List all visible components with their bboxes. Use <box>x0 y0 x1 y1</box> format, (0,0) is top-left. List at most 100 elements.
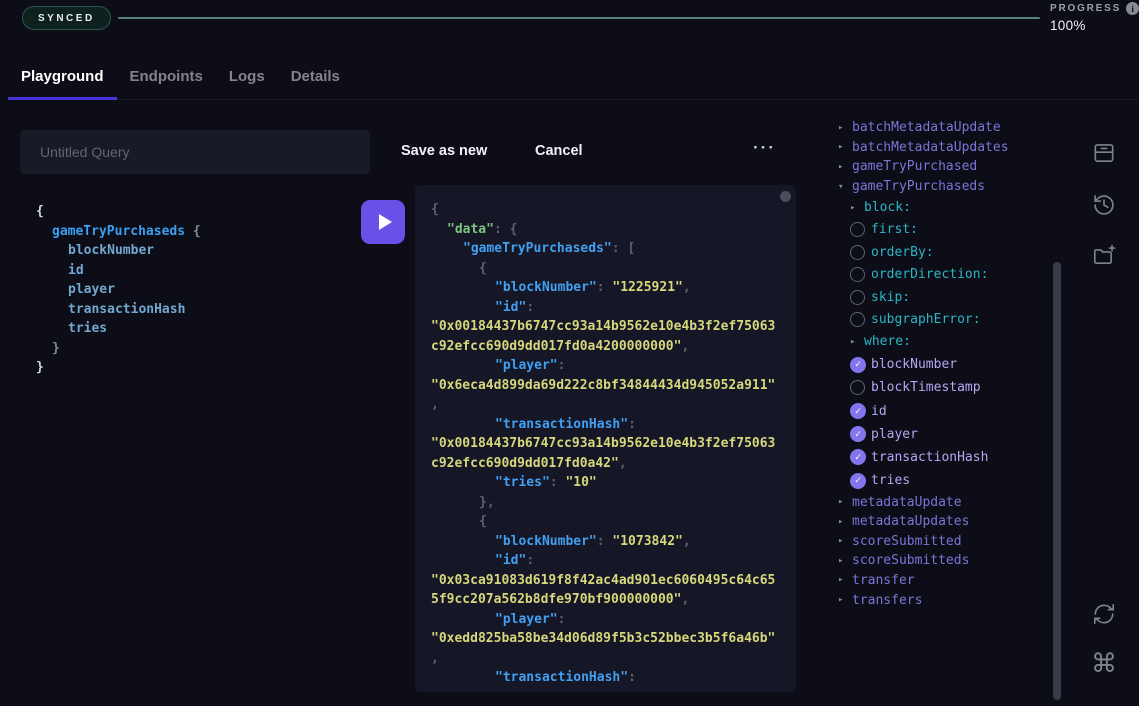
save-as-new-button[interactable]: Save as new <box>401 143 487 159</box>
checkbox-unchecked-icon[interactable] <box>850 312 865 327</box>
explorer-item-id[interactable]: ✓ id <box>850 399 1050 422</box>
explorer-item-transactionHash[interactable]: ✓transactionHash <box>850 446 1050 469</box>
explorer-item-skip[interactable]: skip: <box>850 286 1050 308</box>
explorer-item-label: block: <box>864 200 911 215</box>
explorer-item-blockNumber[interactable]: ✓ blockNumber <box>850 353 1050 376</box>
code-line: 5f9cc207a562b8dfe970bf900000000", <box>431 590 780 610</box>
caret-right-icon[interactable]: ▸ <box>850 203 864 213</box>
tab-bar: PlaygroundEndpointsLogsDetails <box>8 62 1139 100</box>
checkbox-checked-icon[interactable]: ✓ <box>850 403 866 419</box>
command-shortcuts-icon[interactable]: ⌘ <box>1090 650 1118 678</box>
command-glyph: ⌘ <box>1091 651 1117 677</box>
explorer-item-orderBy[interactable]: orderBy: <box>850 241 1050 263</box>
saved-queries-icon[interactable] <box>1090 139 1118 167</box>
history-icon[interactable] <box>1090 191 1118 219</box>
query-editor[interactable]: {gameTryPurchaseds {blockNumberidplayert… <box>36 202 336 378</box>
explorer-item-metadataUpdates[interactable]: ▸metadataUpdates <box>838 512 1050 532</box>
sync-status-badge: SYNCED <box>22 6 111 30</box>
explorer-item-scoreSubmitted[interactable]: ▸scoreSubmitted <box>838 531 1050 551</box>
code-line: "data": { <box>431 220 780 240</box>
caret-right-icon[interactable]: ▸ <box>838 142 852 152</box>
query-name-input[interactable] <box>20 130 370 174</box>
caret-right-icon[interactable]: ▸ <box>838 123 852 133</box>
progress-block: PROGRESS i 100% <box>1050 2 1139 33</box>
info-icon[interactable]: i <box>1126 2 1139 15</box>
checkbox-checked-icon[interactable]: ✓ <box>850 473 866 489</box>
explorer-scrollbar-thumb[interactable] <box>1053 262 1061 700</box>
checkbox-checked-icon[interactable]: ✓ <box>850 357 866 373</box>
refresh-icon[interactable] <box>1090 600 1118 628</box>
tab-endpoints[interactable]: Endpoints <box>117 62 216 100</box>
checkbox-checked-icon[interactable]: ✓ <box>850 426 866 442</box>
explorer-item-gameTryPurchased[interactable]: ▸gameTryPurchased <box>838 157 1050 177</box>
explorer-item-blockTimestamp[interactable]: blockTimestamp <box>850 376 1050 399</box>
checkbox-unchecked-icon[interactable] <box>850 222 865 237</box>
new-collection-icon[interactable] <box>1090 242 1118 270</box>
progress-value: 100% <box>1050 18 1139 33</box>
code-line: { <box>431 512 780 532</box>
caret-down-icon[interactable]: ▾ <box>838 182 852 192</box>
code-line: "0x00184437b6747cc93a14b9562e10e4b3f2ef7… <box>431 317 780 337</box>
explorer-item-label: skip: <box>871 290 910 305</box>
explorer-item-batchMetadataUpdates[interactable]: ▸batchMetadataUpdates <box>838 138 1050 158</box>
more-options-button[interactable]: ··· <box>753 138 776 158</box>
code-line: "0xedd825ba58be34d06d89f5b3c52bbec3b5f6a… <box>431 629 780 649</box>
explorer-item-label: id <box>871 404 887 419</box>
code-line: id <box>36 261 336 281</box>
checkbox-checked-icon[interactable]: ✓ <box>850 449 866 465</box>
cancel-button[interactable]: Cancel <box>535 143 583 159</box>
explorer-item-label: player <box>871 427 918 442</box>
explorer-item-label: blockNumber <box>871 357 957 372</box>
code-line: player <box>36 280 336 300</box>
explorer-item-label: subgraphError: <box>871 312 981 327</box>
result-json: {"data": {"gameTryPurchaseds": [{"blockN… <box>415 185 796 692</box>
explorer-item-player[interactable]: ✓ player <box>850 423 1050 446</box>
caret-right-icon[interactable]: ▸ <box>838 517 852 527</box>
explorer-item-orderDirection[interactable]: orderDirection: <box>850 264 1050 286</box>
tab-playground[interactable]: Playground <box>8 62 117 100</box>
caret-right-icon[interactable]: ▸ <box>838 536 852 546</box>
explorer-item-where[interactable]: ▸where: <box>850 331 1050 353</box>
explorer-item-label: gameTryPurchased <box>852 159 977 174</box>
caret-right-icon[interactable]: ▸ <box>850 337 864 347</box>
tab-logs[interactable]: Logs <box>216 62 278 100</box>
explorer-item-label: transfer <box>852 573 915 588</box>
caret-right-icon[interactable]: ▸ <box>838 556 852 566</box>
code-line: "player": <box>431 356 780 376</box>
caret-right-icon[interactable]: ▸ <box>838 595 852 605</box>
explorer-item-subgraphError[interactable]: subgraphError: <box>850 308 1050 330</box>
caret-right-icon[interactable]: ▸ <box>838 497 852 507</box>
code-line: "id": <box>431 298 780 318</box>
explorer-item-transfers[interactable]: ▸transfers <box>838 590 1050 610</box>
code-line: { <box>36 202 336 222</box>
code-line: gameTryPurchaseds { <box>36 222 336 242</box>
checkbox-unchecked-icon[interactable] <box>850 290 865 305</box>
explorer-item-block[interactable]: ▸block: <box>850 196 1050 218</box>
explorer-item-batchMetadataUpdate[interactable]: ▸batchMetadataUpdate <box>838 118 1050 138</box>
code-line: { <box>431 200 780 220</box>
explorer-item-gameTryPurchaseds[interactable]: ▾gameTryPurchaseds <box>838 177 1050 197</box>
code-line: { <box>431 259 780 279</box>
explorer-item-first[interactable]: first: <box>850 219 1050 241</box>
result-scrollbar-thumb[interactable] <box>780 191 791 202</box>
explorer-item-tries[interactable]: ✓tries <box>850 469 1050 492</box>
checkbox-unchecked-icon[interactable] <box>850 245 865 260</box>
code-line: "player": <box>431 610 780 630</box>
run-query-button[interactable] <box>361 200 405 244</box>
checkbox-unchecked-icon[interactable] <box>850 380 865 395</box>
explorer-item-label: where: <box>864 334 911 349</box>
explorer-item-label: orderBy: <box>871 245 934 260</box>
code-line: , <box>431 649 780 669</box>
code-line: "transactionHash": <box>431 415 780 435</box>
explorer-item-scoreSubmitteds[interactable]: ▸scoreSubmitteds <box>838 551 1050 571</box>
checkbox-unchecked-icon[interactable] <box>850 267 865 282</box>
caret-right-icon[interactable]: ▸ <box>838 575 852 585</box>
code-line: "tries": "10" <box>431 473 780 493</box>
explorer-item-label: gameTryPurchaseds <box>852 179 985 194</box>
code-line: tries <box>36 319 336 339</box>
tab-details[interactable]: Details <box>278 62 353 100</box>
explorer-item-transfer[interactable]: ▸transfer <box>838 571 1050 591</box>
caret-right-icon[interactable]: ▸ <box>838 162 852 172</box>
explorer-item-metadataUpdate[interactable]: ▸metadataUpdate <box>838 492 1050 512</box>
explorer-item-label: first: <box>871 222 918 237</box>
